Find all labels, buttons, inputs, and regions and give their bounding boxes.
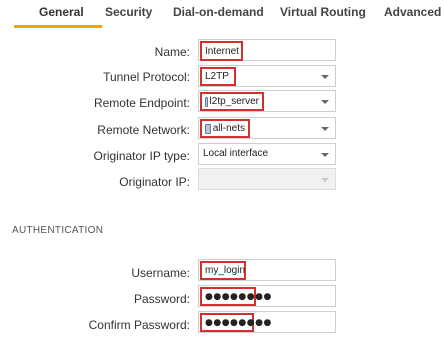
tunnel-protocol-select[interactable]: L2TP — [198, 65, 336, 87]
username-highlight: my_login — [200, 261, 246, 280]
password-label: Password: — [133, 292, 190, 306]
name-highlight: Internet — [200, 41, 243, 61]
originator-ip-type-select[interactable]: Local interface — [198, 143, 336, 165]
name-label: Name: — [154, 45, 190, 59]
password-value: ●●●●●●●● — [205, 291, 272, 302]
chevron-down-icon[interactable] — [321, 153, 329, 157]
password-field[interactable]: ●●●●●●●● — [198, 285, 336, 307]
name-field[interactable]: Internet — [198, 39, 336, 61]
remote-endpoint-value: l2tp_server — [209, 96, 259, 107]
active-tab-indicator — [14, 25, 102, 28]
remote-network-select[interactable]: all-nets — [198, 117, 336, 139]
remote-network-label: Remote Network: — [97, 123, 190, 137]
username-field[interactable]: my_login — [198, 259, 336, 281]
confirm-password-value: ●●●●●●●● — [205, 317, 272, 328]
tab-bar: General Security Dial-on-demand Virtual … — [0, 0, 444, 28]
remote-endpoint-highlight: l2tp_server — [200, 92, 264, 111]
chevron-down-icon — [321, 178, 329, 182]
confirm-password-label: Confirm Password: — [88, 318, 190, 332]
chevron-down-icon[interactable] — [321, 75, 329, 79]
chevron-down-icon[interactable] — [321, 100, 329, 104]
tab-security[interactable]: Security — [105, 5, 152, 19]
originator-ip-type-label: Originator IP type: — [93, 149, 191, 163]
chevron-down-icon[interactable] — [321, 127, 329, 131]
confirm-password-field[interactable]: ●●●●●●●● — [198, 311, 336, 333]
remote-endpoint-label: Remote Endpoint: — [93, 96, 190, 110]
remote-endpoint-select[interactable]: l2tp_server — [198, 90, 336, 112]
confirm-password-highlight: ●●●●●●●● — [200, 313, 271, 332]
tunnel-protocol-highlight: L2TP — [200, 67, 236, 86]
tab-advanced[interactable]: Advanced — [384, 5, 441, 19]
name-value: Internet — [205, 45, 239, 57]
username-value: my_login — [205, 265, 246, 276]
network-object-icon — [205, 123, 211, 134]
tab-virtual-routing[interactable]: Virtual Routing — [280, 5, 366, 19]
tunnel-protocol-label: Tunnel Protocol: — [103, 70, 190, 84]
network-object-icon — [205, 96, 208, 107]
originator-ip-select — [198, 168, 336, 190]
tunnel-protocol-value: L2TP — [205, 71, 229, 82]
originator-ip-label: Originator IP: — [119, 175, 190, 189]
tab-dial-on-demand[interactable]: Dial-on-demand — [173, 5, 264, 19]
tab-general[interactable]: General — [39, 5, 84, 19]
remote-network-value: all-nets — [212, 123, 245, 134]
authentication-heading: AUTHENTICATION — [12, 225, 104, 236]
username-label: Username: — [131, 266, 190, 280]
originator-ip-type-value: Local interface — [203, 148, 269, 159]
remote-network-highlight: all-nets — [200, 119, 250, 138]
password-highlight: ●●●●●●●● — [200, 287, 271, 306]
